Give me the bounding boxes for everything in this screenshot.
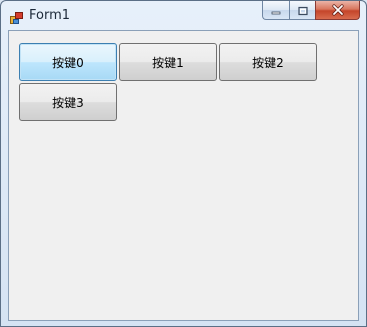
button-3[interactable]: 按键3 xyxy=(19,83,117,121)
caption-buttons xyxy=(262,1,360,21)
form-app-icon[interactable] xyxy=(10,10,24,24)
button-2[interactable]: 按键2 xyxy=(219,43,317,81)
minimize-icon xyxy=(271,1,281,20)
form1-window: Form1 按键0 按键1 按键2 按键3 xyxy=(0,0,367,327)
minimize-button[interactable] xyxy=(262,1,289,20)
title-bar[interactable]: Form1 xyxy=(1,1,366,30)
close-button[interactable] xyxy=(315,1,360,20)
button-0[interactable]: 按键0 xyxy=(19,43,117,81)
window-title: Form1 xyxy=(29,8,71,23)
button-1[interactable]: 按键1 xyxy=(119,43,217,81)
close-icon xyxy=(331,1,344,20)
maximize-icon xyxy=(297,1,308,20)
maximize-button[interactable] xyxy=(289,1,315,20)
form-client-area: 按键0 按键1 按键2 按键3 xyxy=(8,30,359,321)
